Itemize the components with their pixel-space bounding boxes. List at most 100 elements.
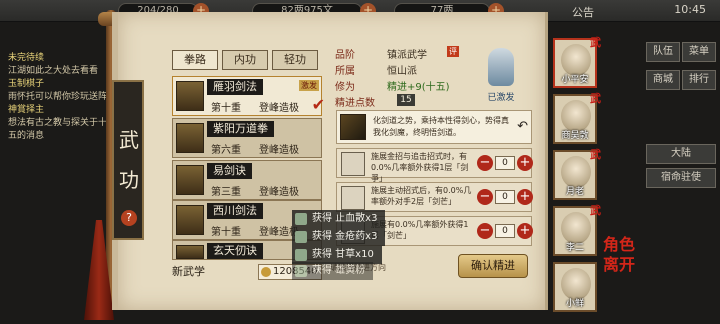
- tab-fist[interactable]: 拳路: [172, 50, 218, 70]
- reward-text: 获得 金疮药x3: [312, 231, 378, 242]
- book-icon: [176, 205, 204, 235]
- character-name: 月老: [565, 187, 584, 197]
- activated-label: 已激发: [487, 93, 515, 103]
- skill-item[interactable]: 雁羽剑法 激发 第十重 登峰造极 ✔: [172, 76, 325, 116]
- tab-light[interactable]: 轻功: [272, 50, 318, 70]
- quest-desc: 雨怀托可以帮你珍玩送阵: [8, 92, 108, 102]
- skill-item[interactable]: 易剑诀 第三重 登峰造极: [172, 160, 322, 200]
- effect-text: 施展主动招式后，有0.0%几率额外对手2层「剑芒」: [371, 186, 472, 206]
- skill-level: 第三重: [211, 187, 241, 198]
- martial-tag: 武: [590, 204, 601, 217]
- panel-title: 武功: [119, 128, 139, 192]
- reward-toast: 获得 雄黄粉: [292, 262, 374, 280]
- character-name: 商吴敦: [561, 131, 589, 141]
- character-portrait[interactable]: 月老 武: [553, 148, 601, 200]
- character-portrait[interactable]: 李二 武: [553, 204, 601, 256]
- quest-log[interactable]: 未完待续 江湖如此之大处去看看 玉制棋子 雨怀托可以帮你珍玩送阵 神賞择主 想法…: [0, 52, 108, 162]
- effect-text: 施展金招与追击招式时，有0.0%几率额外获得1层「剑爭」: [371, 152, 469, 183]
- skill-name: 紫阳万道拳: [207, 121, 274, 137]
- team-button[interactable]: 队伍: [646, 42, 680, 62]
- martial-tag: 武: [590, 92, 601, 105]
- school-label: 所属: [335, 66, 355, 77]
- quest-title: 未完待续: [8, 53, 45, 63]
- points-label: 精进点数: [335, 98, 375, 109]
- character-portrait[interactable]: 小平安 武: [553, 36, 601, 88]
- effect-value: 0: [495, 190, 515, 204]
- settle-button[interactable]: 宿命驻使: [646, 168, 716, 188]
- sword-spirit-icon: [340, 114, 366, 140]
- confirm-refine-button[interactable]: 确认精进: [458, 254, 528, 278]
- coin-icon: [261, 267, 271, 277]
- activated-badge: 激发: [299, 80, 319, 91]
- help-icon[interactable]: ?: [121, 210, 137, 226]
- checkmark-icon: ✔: [311, 95, 325, 114]
- increase-button[interactable]: +: [517, 155, 533, 171]
- book-icon: [176, 81, 204, 111]
- character-name: 小平安: [561, 75, 589, 85]
- effect-value: 0: [495, 224, 515, 238]
- quest-desc: 江湖如此之大处去看看: [8, 66, 99, 76]
- effect-row: 施展主动招式后，有0.0%几率额外对手2层「剑芒」 − 0 +: [336, 182, 533, 212]
- skill-state: 登峰造极: [259, 187, 299, 198]
- main-effect: 化剑道之势，乘持本性得剑心，势得真我化剑魔，终明悟剑道。 ↶: [336, 110, 532, 144]
- martial-tag: 武: [590, 148, 601, 161]
- item-icon: [295, 213, 307, 225]
- notice-link[interactable]: 公告: [572, 4, 594, 20]
- grade-label: 品阶: [335, 50, 355, 61]
- character-name: 小鲜: [565, 299, 584, 309]
- book-icon: [176, 165, 204, 195]
- item-icon: [295, 231, 307, 243]
- skill-state: 登峰造极: [259, 145, 299, 156]
- book-icon: [176, 245, 204, 259]
- rank-button[interactable]: 排行: [682, 70, 716, 90]
- grade-badge: 评: [447, 46, 459, 57]
- main-effect-text: 化剑道之势，乘持本性得剑心，势得真我化剑魔，终明悟剑道。: [373, 116, 509, 137]
- skill-name: 玄天仞诀: [207, 243, 263, 259]
- cultivation-value: 精进+9(十五): [387, 82, 450, 93]
- map-button[interactable]: 大陆: [646, 144, 716, 164]
- role-callout[interactable]: 角色: [603, 235, 635, 255]
- points-value: 15: [397, 94, 415, 106]
- activated-figure: 已激发: [478, 46, 524, 104]
- leave-callout[interactable]: 离开: [603, 255, 635, 275]
- reward-text: 获得 止血散x3: [312, 213, 378, 224]
- menu-button[interactable]: 菜单: [682, 42, 716, 62]
- effect-text: 施展有0.0%几率额外获得1层「剑芒」: [371, 220, 469, 240]
- skill-name: 西川剑法: [207, 203, 263, 219]
- decrease-button[interactable]: −: [477, 155, 493, 171]
- quest-desc: 想法有古之教与探关于十五的消息: [8, 118, 108, 141]
- tab-inner[interactable]: 内功: [222, 50, 268, 70]
- reward-text: 获得 甘草x10: [312, 249, 374, 260]
- decrease-button[interactable]: −: [477, 189, 493, 205]
- skill-item[interactable]: 紫阳万道拳 第六重 登峰造极: [172, 118, 322, 158]
- character-name: 李二: [565, 243, 584, 253]
- item-icon: [295, 249, 307, 261]
- right-menu: 队伍 菜单 商城 排行 大陆 宿命驻使: [644, 40, 720, 250]
- increase-button[interactable]: +: [517, 189, 533, 205]
- character-portrait[interactable]: 小鲜: [553, 262, 597, 312]
- cultivation-label: 修为: [335, 82, 355, 93]
- skill-level: 第六重: [211, 145, 241, 156]
- school-value: 恒山派: [387, 66, 417, 77]
- increase-button[interactable]: +: [517, 223, 533, 239]
- talisman-icon: [341, 152, 365, 176]
- martial-arts-banner: 武功 ?: [112, 80, 144, 240]
- effect-value: 0: [495, 156, 515, 170]
- grade-value: 镇派武学: [387, 50, 427, 61]
- meditating-figure-icon: [488, 48, 514, 86]
- martial-tag: 武: [590, 36, 601, 49]
- character-portrait[interactable]: 商吴敦 武: [553, 92, 601, 144]
- quest-title: 神賞择主: [8, 105, 45, 115]
- side-callouts: 角色 离开: [603, 235, 635, 275]
- new-skill-button[interactable]: 新武学: [172, 263, 205, 279]
- talisman-icon: [341, 186, 365, 210]
- decrease-button[interactable]: −: [477, 223, 493, 239]
- book-icon: [176, 123, 204, 153]
- skill-name: 易剑诀: [207, 163, 252, 179]
- reward-text: 获得 雄黄粉: [312, 265, 366, 276]
- skill-level: 第十重: [211, 103, 241, 114]
- skill-level: 第十重: [211, 227, 241, 238]
- clock: 10:45: [674, 3, 706, 16]
- shop-button[interactable]: 商城: [646, 70, 680, 90]
- refresh-icon[interactable]: ↶: [517, 119, 528, 134]
